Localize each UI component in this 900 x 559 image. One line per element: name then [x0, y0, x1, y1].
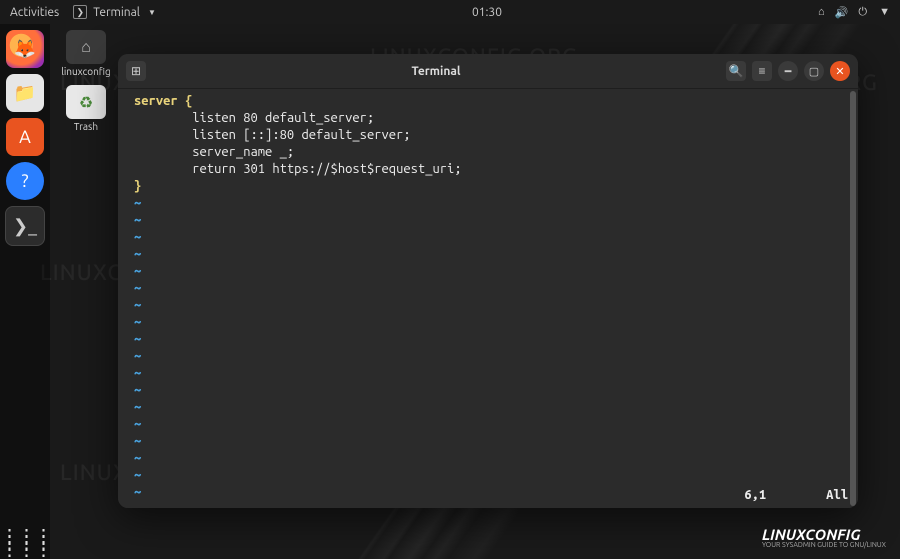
dock: 🦊 📁 A ? ❯_ ⋮⋮⋮⋮⋮⋮⋮⋮⋮ [0, 24, 50, 559]
clock[interactable]: 01:30 [472, 6, 502, 19]
vim-empty-line: ~ [122, 229, 858, 246]
code-line: return 301 https://$host$request_uri; [122, 161, 858, 178]
new-tab-button[interactable]: ⊞ [126, 61, 146, 81]
dock-software[interactable]: A [6, 118, 44, 156]
vim-cursor-position: 6,1 [744, 487, 766, 504]
active-app-label: Terminal [93, 6, 140, 19]
vim-empty-line: ~ [122, 263, 858, 280]
chevron-down-icon: ▼ [148, 8, 156, 17]
vim-empty-line: ~ [122, 416, 858, 433]
code-line: server_name _; [122, 144, 858, 161]
system-status-area[interactable]: ⌂ 🔊 ⏻ ▼ [818, 6, 890, 19]
code-line: listen 80 default_server; [122, 110, 858, 127]
maximize-button[interactable]: ▢ [804, 61, 824, 81]
code-line: } [122, 178, 858, 195]
show-applications-button[interactable]: ⋮⋮⋮⋮⋮⋮⋮⋮⋮ [0, 533, 51, 551]
vim-empty-line: ~ [122, 212, 858, 229]
desktop-icons: ⌂ linuxconfig ♻ Trash [60, 30, 112, 132]
vim-empty-line: ~ [122, 467, 858, 484]
vim-scroll-indicator: All [826, 487, 848, 504]
home-folder-label: linuxconfig [61, 66, 111, 77]
power-icon: ⏻ [858, 6, 867, 19]
vim-empty-line: ~ [122, 399, 858, 416]
minimize-button[interactable]: ━ [778, 61, 798, 81]
code-line: listen [::]:80 default_server; [122, 127, 858, 144]
home-icon: ⌂ [66, 30, 106, 64]
terminal-app-icon: ❯ [73, 5, 87, 19]
vim-empty-line: ~ [122, 433, 858, 450]
chevron-down-icon: ▼ [879, 6, 890, 18]
dock-files[interactable]: 📁 [6, 74, 44, 112]
gnome-top-bar: Activities ❯ Terminal ▼ 01:30 ⌂ 🔊 ⏻ ▼ [0, 0, 900, 24]
hamburger-menu-button[interactable]: ≡ [752, 61, 772, 81]
linuxconfig-brand-logo: LINUXCONFIG YOUR SYSADMIN GUIDE TO GNU/L… [762, 526, 886, 549]
scrollbar[interactable] [850, 91, 856, 506]
dock-firefox[interactable]: 🦊 [6, 30, 44, 68]
dock-terminal[interactable]: ❯_ [5, 206, 45, 246]
dock-help[interactable]: ? [6, 162, 44, 200]
vim-status-line: 6,1 All [130, 487, 848, 504]
network-icon: ⌂ [818, 6, 825, 18]
search-button[interactable]: 🔍 [726, 61, 746, 81]
window-title: Terminal [152, 65, 720, 78]
vim-empty-line: ~ [122, 246, 858, 263]
code-line: server { [122, 93, 858, 110]
vim-empty-line: ~ [122, 365, 858, 382]
vim-empty-line: ~ [122, 348, 858, 365]
titlebar[interactable]: ⊞ Terminal 🔍 ≡ ━ ▢ ✕ [118, 54, 858, 89]
vim-empty-line: ~ [122, 195, 858, 212]
vim-empty-line: ~ [122, 382, 858, 399]
trash-icon[interactable]: ♻ Trash [60, 85, 112, 132]
terminal-viewport[interactable]: server { listen 80 default_server; liste… [118, 89, 858, 508]
terminal-window: ⊞ Terminal 🔍 ≡ ━ ▢ ✕ server { listen 80 … [118, 54, 858, 508]
vim-empty-line: ~ [122, 280, 858, 297]
close-button[interactable]: ✕ [830, 61, 850, 81]
vim-empty-line: ~ [122, 297, 858, 314]
nginx-keyword: server [134, 94, 178, 108]
volume-icon: 🔊 [835, 6, 849, 19]
trash-glyph-icon: ♻ [66, 85, 106, 119]
vim-empty-line: ~ [122, 450, 858, 467]
active-app-menu[interactable]: ❯ Terminal ▼ [73, 5, 156, 19]
vim-empty-line: ~ [122, 331, 858, 348]
trash-label: Trash [74, 121, 98, 132]
vim-empty-line: ~ [122, 314, 858, 331]
activities-button[interactable]: Activities [10, 6, 59, 19]
home-folder-icon[interactable]: ⌂ linuxconfig [60, 30, 112, 77]
